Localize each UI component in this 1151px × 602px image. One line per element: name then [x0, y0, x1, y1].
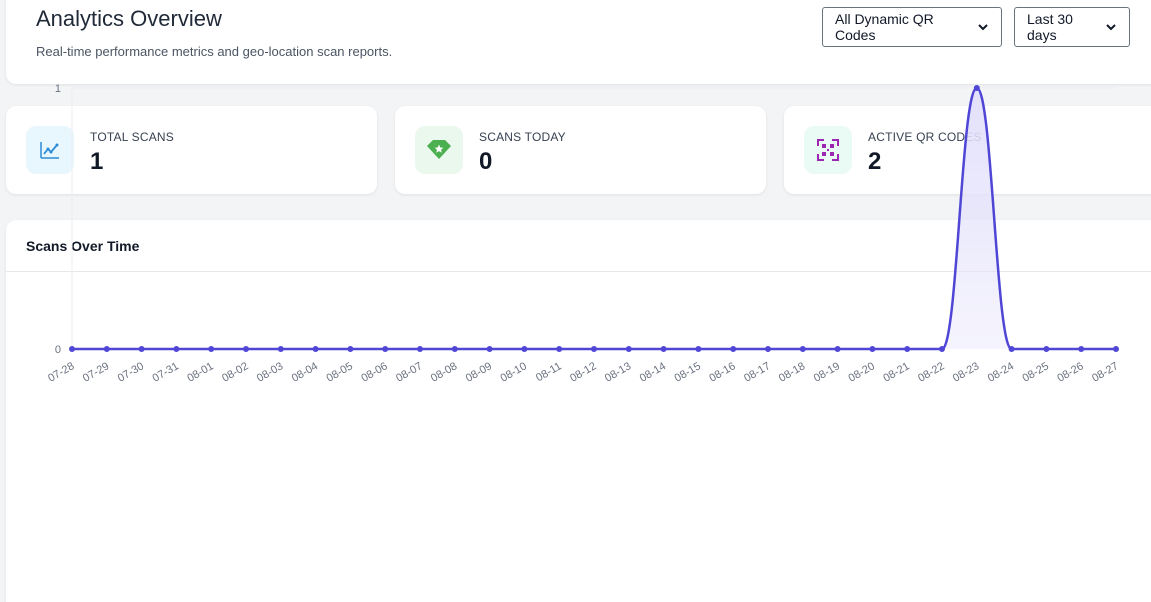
data-point	[591, 346, 597, 352]
x-tick-label: 08-08	[429, 360, 459, 384]
x-tick-label: 08-03	[255, 360, 285, 384]
x-tick-label: 08-20	[847, 360, 877, 384]
data-point	[417, 346, 423, 352]
data-point	[834, 346, 841, 352]
x-tick-label: 08-15	[673, 360, 703, 384]
x-tick-label: 08-23	[951, 360, 981, 384]
x-tick-label: 08-01	[185, 360, 215, 384]
data-point	[486, 346, 493, 352]
x-tick-label: 08-26	[1055, 360, 1085, 384]
data-point	[173, 346, 180, 352]
y-tick-label: 1	[55, 83, 61, 95]
data-point	[382, 346, 389, 352]
x-tick-label: 08-04	[290, 360, 320, 384]
x-tick-label: 07-31	[151, 360, 181, 384]
data-point	[312, 346, 319, 352]
data-point	[660, 346, 667, 352]
x-tick-label: 08-07	[394, 360, 424, 384]
x-tick-label: 08-06	[359, 360, 389, 384]
data-point	[69, 346, 75, 352]
analytics-page: Analytics Overview Real-time performance…	[0, 0, 1151, 602]
x-tick-label: 08-27	[1090, 360, 1120, 384]
x-tick-label: 08-10	[499, 360, 529, 384]
x-tick-label: 07-30	[116, 360, 146, 384]
x-tick-label: 08-14	[638, 360, 668, 384]
data-point	[243, 346, 249, 352]
data-point	[1008, 346, 1015, 352]
x-tick-label: 08-22	[916, 360, 946, 384]
data-point	[904, 346, 911, 352]
data-point	[625, 346, 632, 352]
data-point	[1113, 346, 1119, 352]
x-tick-label: 07-29	[81, 360, 111, 384]
data-point	[973, 85, 980, 91]
data-point	[1043, 346, 1050, 352]
data-point	[730, 346, 737, 352]
x-tick-label: 08-24	[986, 360, 1016, 384]
y-tick-label: 0	[55, 344, 61, 356]
data-point	[695, 346, 702, 352]
data-point	[521, 346, 528, 352]
x-tick-label: 08-17	[742, 360, 772, 384]
data-point	[765, 346, 771, 352]
x-tick-label: 08-12	[568, 360, 598, 384]
x-tick-label: 08-05	[325, 360, 355, 384]
data-point	[103, 346, 110, 352]
data-point	[347, 346, 354, 352]
data-point	[556, 346, 563, 352]
x-tick-label: 08-02	[220, 360, 250, 384]
data-point	[939, 346, 945, 352]
data-point	[451, 346, 458, 352]
data-point	[1078, 346, 1085, 352]
scans-over-time-chart: 01 07-28 07-29 07-30 07-31 08-01 08-02 08-03 08…	[46, 83, 1120, 385]
x-tick-label: 08-25	[1021, 360, 1051, 384]
data-point	[208, 346, 215, 352]
x-tick-label: 08-21	[881, 360, 911, 384]
x-tick-label: 08-09	[464, 360, 494, 384]
x-tick-label: 08-16	[707, 360, 737, 384]
x-tick-label: 07-28	[46, 360, 76, 384]
x-tick-label: 08-19	[812, 360, 842, 384]
data-point	[799, 346, 806, 352]
data-point	[869, 346, 876, 352]
x-tick-label: 08-11	[534, 360, 564, 384]
data-point	[138, 346, 145, 352]
data-point	[277, 346, 284, 352]
x-tick-label: 08-13	[603, 360, 633, 384]
x-tick-label: 08-18	[777, 360, 807, 384]
